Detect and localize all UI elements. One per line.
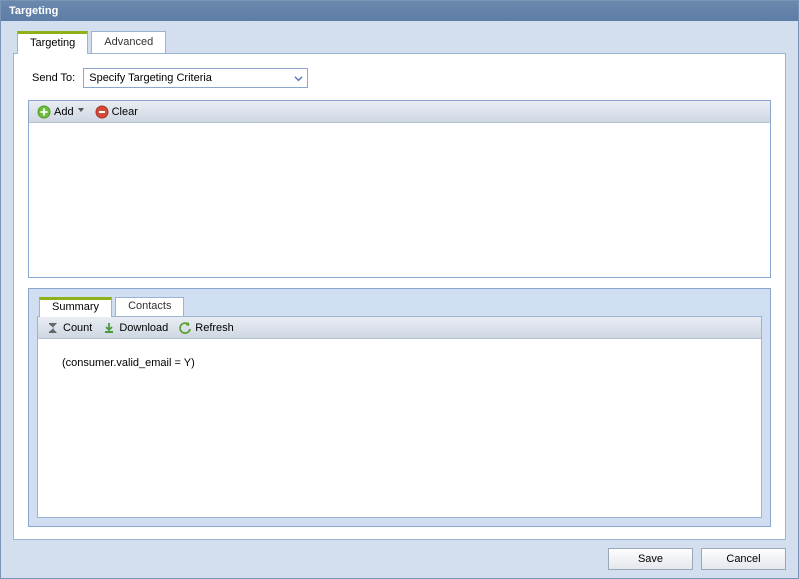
download-icon: [102, 321, 116, 335]
tab-summary[interactable]: Summary: [39, 297, 112, 317]
summary-body: (consumer.valid_email = Y): [38, 339, 761, 517]
sendto-label: Send To:: [32, 72, 75, 84]
main-tabstrip: Targeting Advanced: [17, 31, 786, 53]
clear-label: Clear: [112, 106, 138, 118]
save-button[interactable]: Save: [608, 548, 693, 570]
summary-panel: Count Download Refresh: [37, 316, 762, 518]
tab-targeting-label: Targeting: [30, 37, 75, 49]
summary-expression: (consumer.valid_email = Y): [62, 357, 195, 369]
titlebar: Targeting: [1, 1, 798, 21]
add-icon: [37, 105, 51, 119]
inner-tabstrip: Summary Contacts: [39, 297, 762, 316]
criteria-body[interactable]: [29, 123, 770, 277]
summary-toolbar: Count Download Refresh: [38, 317, 761, 339]
sendto-select[interactable]: Specify Targeting Criteria: [83, 68, 308, 88]
criteria-box: Add Clear: [28, 100, 771, 278]
tab-targeting[interactable]: Targeting: [17, 31, 88, 54]
lower-container: Summary Contacts Count: [28, 288, 771, 527]
count-button[interactable]: Count: [44, 320, 94, 336]
refresh-button[interactable]: Refresh: [176, 320, 236, 336]
dropdown-caret-icon: [77, 105, 85, 119]
save-label: Save: [638, 553, 663, 565]
clear-button[interactable]: Clear: [93, 104, 140, 120]
cancel-button[interactable]: Cancel: [701, 548, 786, 570]
tab-contacts-label: Contacts: [128, 300, 171, 312]
targeting-panel: Send To: Specify Targeting Criteria Add: [13, 53, 786, 540]
dialog-footer: Save Cancel: [13, 540, 786, 570]
download-label: Download: [119, 322, 168, 334]
refresh-label: Refresh: [195, 322, 234, 334]
tab-summary-label: Summary: [52, 301, 99, 313]
tab-advanced-label: Advanced: [104, 36, 153, 48]
download-button[interactable]: Download: [100, 320, 170, 336]
targeting-dialog: Targeting Targeting Advanced Send To: Sp…: [0, 0, 799, 579]
sigma-icon: [46, 321, 60, 335]
add-label: Add: [54, 106, 74, 118]
clear-icon: [95, 105, 109, 119]
criteria-toolbar: Add Clear: [29, 101, 770, 123]
client-area: Targeting Advanced Send To: Specify Targ…: [1, 21, 798, 578]
tab-contacts[interactable]: Contacts: [115, 297, 184, 316]
cancel-label: Cancel: [726, 553, 760, 565]
refresh-icon: [178, 321, 192, 335]
add-button[interactable]: Add: [35, 104, 87, 120]
sendto-row: Send To: Specify Targeting Criteria: [28, 68, 771, 88]
tab-advanced[interactable]: Advanced: [91, 31, 166, 53]
window-title: Targeting: [9, 5, 58, 17]
sendto-selected-value: Specify Targeting Criteria: [89, 72, 212, 84]
count-label: Count: [63, 322, 92, 334]
chevron-down-icon: [291, 71, 305, 85]
